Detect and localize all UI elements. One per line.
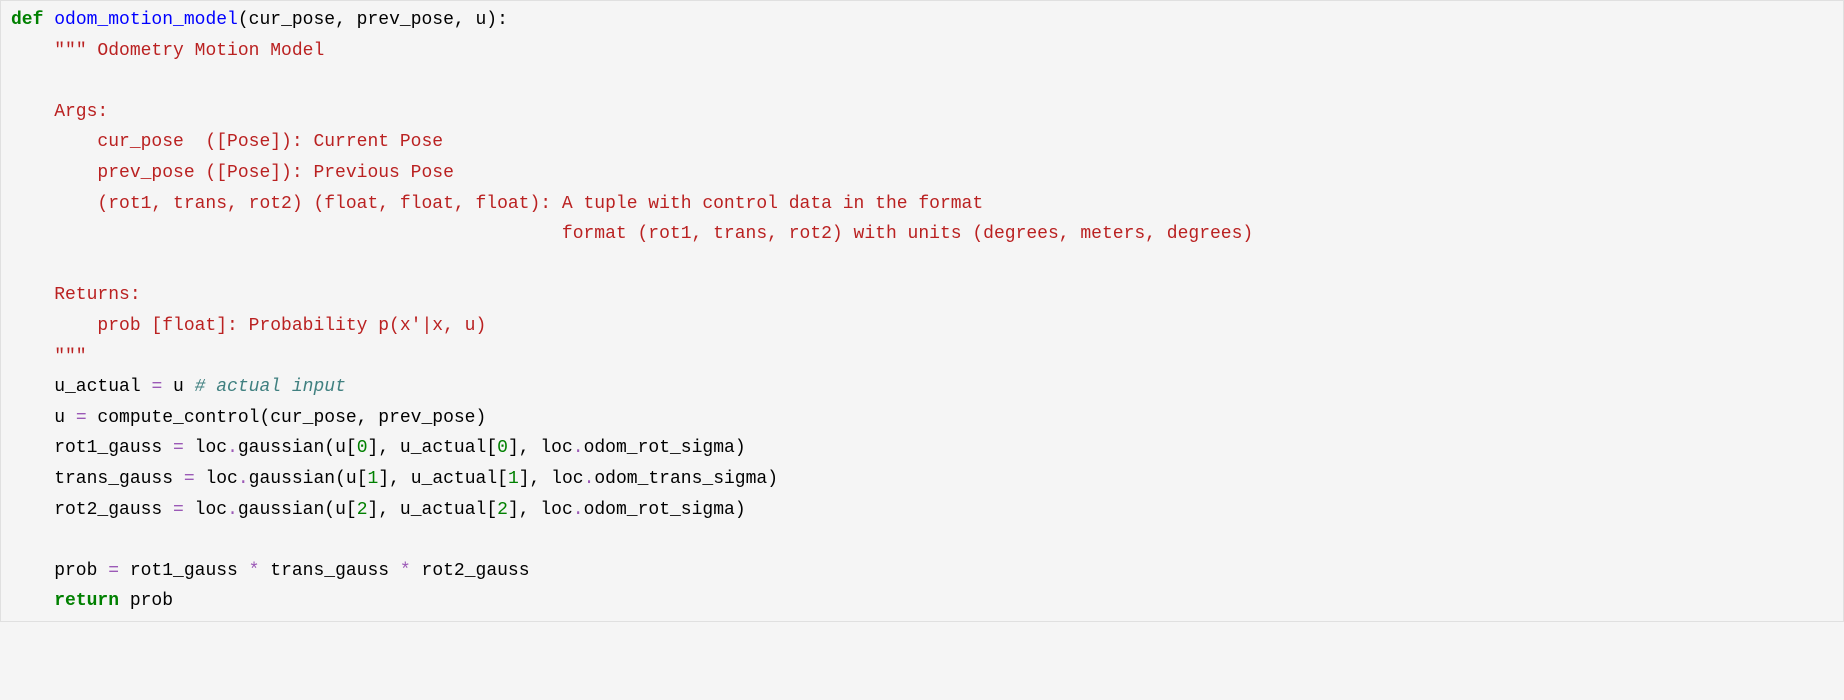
- line6-a: prob: [11, 561, 108, 581]
- docstring-arg3b: format (rot1, trans, rot2) with units (d…: [11, 224, 1253, 244]
- dot: .: [573, 500, 584, 520]
- line4-d: ], u_actual[: [378, 469, 508, 489]
- params: (cur_pose, prev_pose, u):: [238, 10, 508, 30]
- docstring-open: """ Odometry Motion Model: [54, 41, 324, 61]
- line5-c: (u[: [324, 500, 356, 520]
- docstring-returns-label: Returns:: [11, 285, 141, 305]
- attr: odom_trans_sigma: [594, 469, 767, 489]
- num: 2: [497, 500, 508, 520]
- attr: odom_rot_sigma: [584, 438, 735, 458]
- line7-b: prob: [119, 591, 173, 611]
- line3-a: rot1_gauss: [11, 438, 173, 458]
- line4-c: (u[: [335, 469, 367, 489]
- gaussian-call: gaussian: [249, 469, 335, 489]
- line2-b: compute_control(cur_pose, prev_pose): [87, 408, 487, 428]
- dot: .: [227, 500, 238, 520]
- line3-d: ], u_actual[: [368, 438, 498, 458]
- dot: .: [227, 438, 238, 458]
- dot: .: [573, 438, 584, 458]
- op-eq: =: [151, 377, 162, 397]
- docstring-arg3: (rot1, trans, rot2) (float, float, float…: [11, 194, 983, 214]
- function-name: odom_motion_model: [54, 10, 238, 30]
- keyword-def: def: [11, 10, 43, 30]
- line5-b: loc: [184, 500, 227, 520]
- line6-c: trans_gauss: [259, 561, 399, 581]
- line3-c: (u[: [324, 438, 356, 458]
- line3-e: ], loc: [508, 438, 573, 458]
- dot: .: [238, 469, 249, 489]
- docstring-returns-val: prob [float]: Probability p(x'|x, u): [11, 316, 486, 336]
- op-eq: =: [76, 408, 87, 428]
- line4-a: trans_gauss: [11, 469, 184, 489]
- line4-e: ], loc: [519, 469, 584, 489]
- line2-a: u: [11, 408, 76, 428]
- line4-f: ): [767, 469, 778, 489]
- line5-a: rot2_gauss: [11, 500, 173, 520]
- num: 1: [368, 469, 379, 489]
- docstring-arg2: prev_pose ([Pose]): Previous Pose: [11, 163, 454, 183]
- num: 0: [497, 438, 508, 458]
- attr: odom_rot_sigma: [584, 500, 735, 520]
- op-eq: =: [184, 469, 195, 489]
- num: 1: [508, 469, 519, 489]
- keyword-return: return: [54, 591, 119, 611]
- docstring-close: """: [11, 347, 87, 367]
- comment: # actual input: [195, 377, 346, 397]
- line7-indent: [11, 591, 54, 611]
- line6-d: rot2_gauss: [411, 561, 530, 581]
- line3-f: ): [735, 438, 746, 458]
- num: 2: [357, 500, 368, 520]
- op-eq: =: [173, 438, 184, 458]
- num: 0: [357, 438, 368, 458]
- dot: .: [584, 469, 595, 489]
- op-mul: *: [400, 561, 411, 581]
- line4-b: loc: [195, 469, 238, 489]
- docstring-args-label: Args:: [11, 102, 108, 122]
- op-eq: =: [108, 561, 119, 581]
- line3-b: loc: [184, 438, 227, 458]
- op-mul: *: [249, 561, 260, 581]
- line1-b: u: [162, 377, 194, 397]
- gaussian-call: gaussian: [238, 438, 324, 458]
- code-block: def odom_motion_model(cur_pose, prev_pos…: [0, 0, 1844, 622]
- line5-e: ], loc: [508, 500, 573, 520]
- gaussian-call: gaussian: [238, 500, 324, 520]
- line1-a: u_actual: [11, 377, 151, 397]
- line6-b: rot1_gauss: [119, 561, 249, 581]
- line5-f: ): [735, 500, 746, 520]
- line5-d: ], u_actual[: [368, 500, 498, 520]
- docstring-arg1: cur_pose ([Pose]): Current Pose: [11, 132, 443, 152]
- op-eq: =: [173, 500, 184, 520]
